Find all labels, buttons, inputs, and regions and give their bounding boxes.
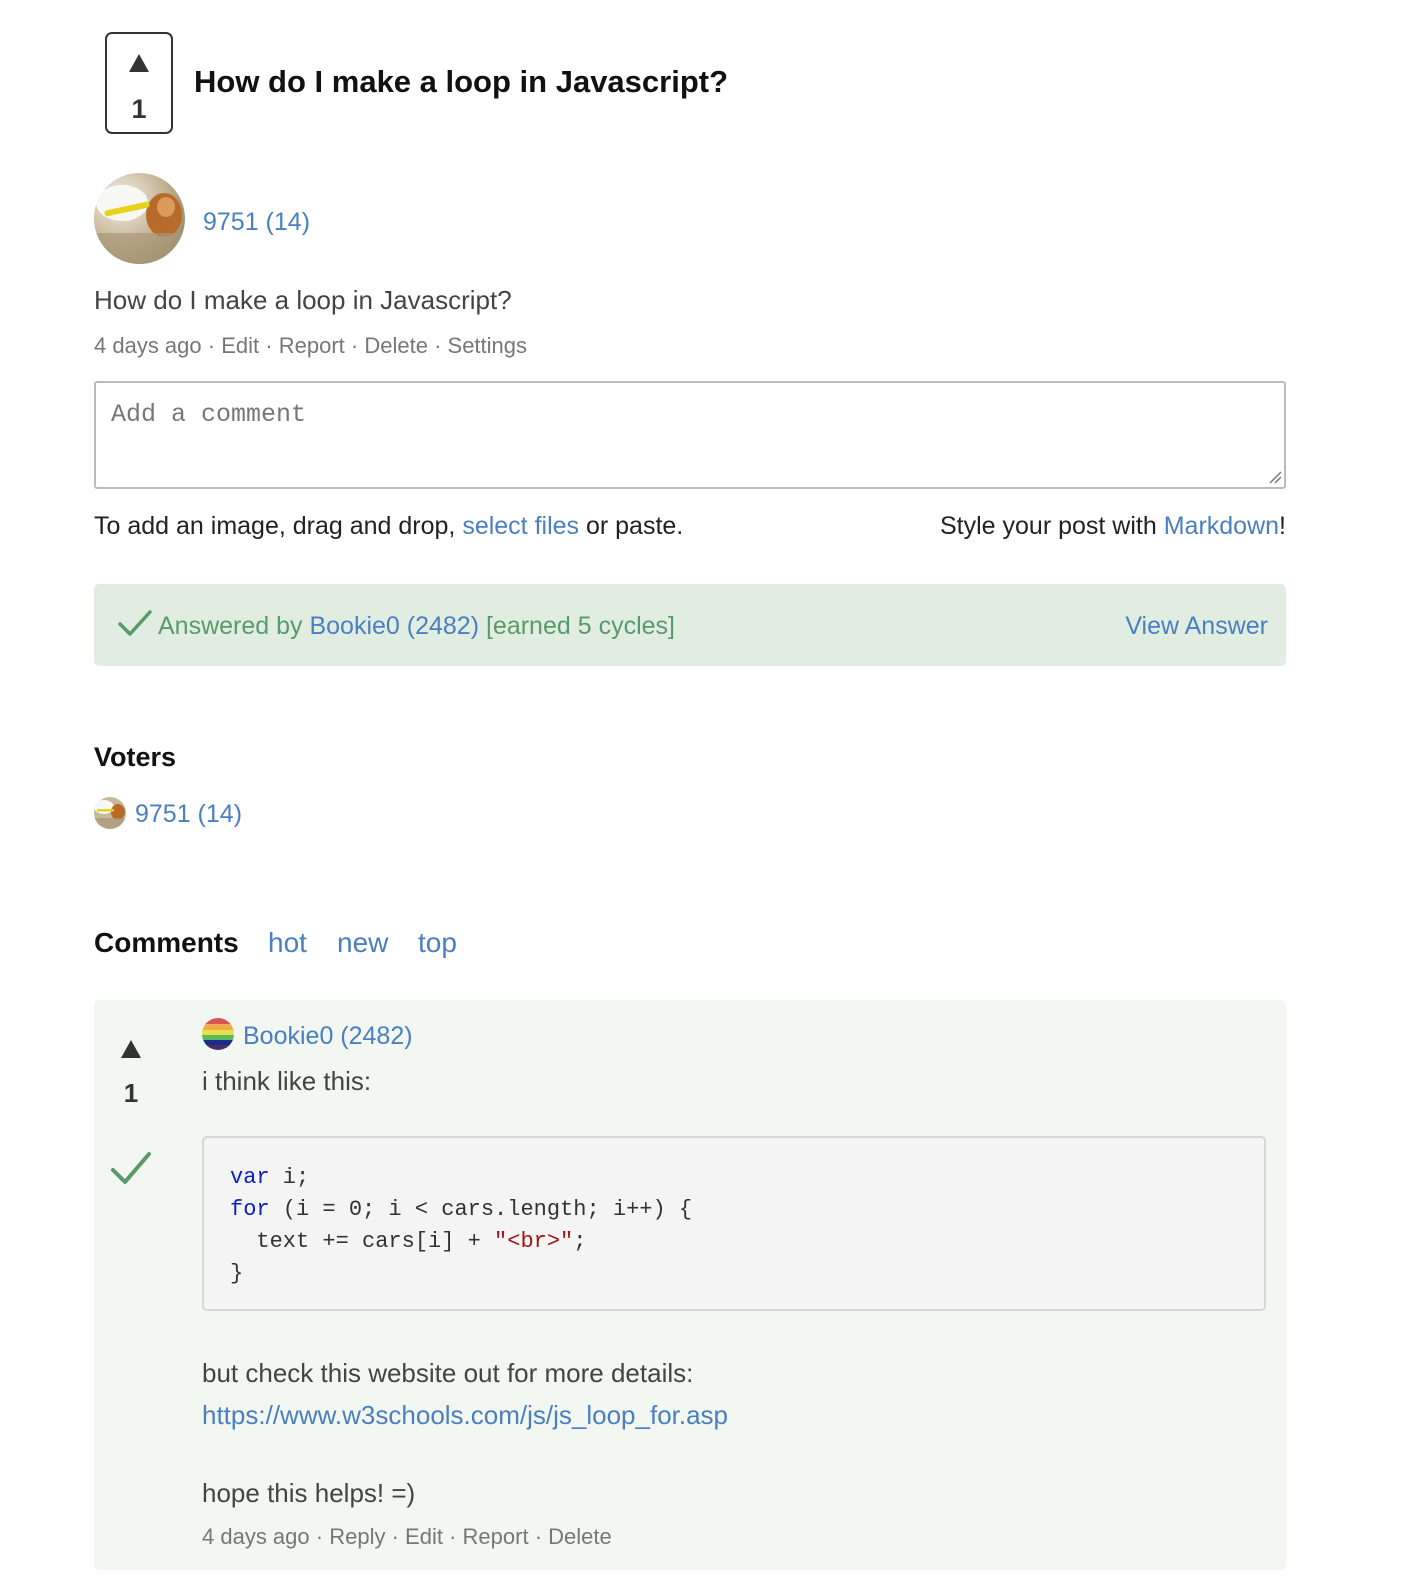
meta-separator: · [391, 1524, 399, 1549]
comment-meta: 4 days ago · Reply · Edit · Report · Del… [202, 1524, 612, 1550]
post-timestamp: 4 days ago [94, 333, 202, 358]
post-upvote-button[interactable]: 1 [105, 32, 173, 134]
comment-upvote-icon[interactable] [121, 1040, 141, 1058]
edit-comment-link[interactable]: Edit [405, 1524, 443, 1549]
code-text: (i = 0; i < cars.length; i++) { [269, 1197, 693, 1222]
code-string: "<br>" [494, 1229, 574, 1254]
select-files-link[interactable]: select files [462, 512, 579, 540]
sort-tab-top[interactable]: top [418, 927, 457, 959]
commenter-avatar[interactable] [202, 1018, 234, 1050]
image-hint-text-end: or paste. [579, 512, 684, 540]
code-block: var i; for (i = 0; i < cars.length; i++) … [202, 1136, 1266, 1311]
w3schools-link[interactable]: https://www.w3schools.com/js/js_loop_for… [202, 1400, 728, 1431]
reply-link[interactable]: Reply [329, 1524, 385, 1549]
comments-heading: Comments [94, 927, 239, 958]
author-link[interactable]: 9751 (14) [203, 208, 310, 237]
delete-comment-link[interactable]: Delete [548, 1524, 612, 1549]
author-avatar[interactable] [94, 173, 185, 264]
settings-post-link[interactable]: Settings [448, 333, 528, 358]
answered-prefix: Answered by [158, 612, 310, 640]
markdown-link[interactable]: Markdown [1164, 512, 1279, 540]
accepted-checkmark-icon [111, 1152, 151, 1184]
markdown-hint-end: ! [1279, 512, 1286, 540]
post-vote-count: 1 [131, 94, 147, 124]
answered-banner: Answered by Bookie0 (2482) [earned 5 cyc… [94, 584, 1286, 666]
sort-tab-new[interactable]: new [337, 927, 388, 959]
view-answer-link[interactable]: View Answer [1125, 612, 1268, 641]
comment-item: 1 Bookie0 (2482) i think like this: var … [94, 1000, 1286, 1570]
sort-tab-hot[interactable]: hot [268, 927, 307, 959]
edit-post-link[interactable]: Edit [221, 333, 259, 358]
image-hint-text: To add an image, drag and drop, [94, 512, 463, 540]
earned-cycles-text: [earned 5 cycles] [479, 612, 675, 640]
voter-link[interactable]: 9751 (14) [135, 800, 242, 829]
meta-separator: · [315, 1524, 324, 1549]
comment-timestamp: 4 days ago [202, 1524, 310, 1549]
meta-separator: · [350, 333, 359, 358]
image-upload-hint: To add an image, drag and drop, select f… [94, 512, 683, 541]
commenter-link[interactable]: Bookie0 (2482) [243, 1022, 413, 1051]
comment-intro: i think like this: [202, 1066, 372, 1096]
voter-avatar[interactable] [94, 797, 126, 829]
report-post-link[interactable]: Report [279, 333, 345, 358]
code-text: i; [269, 1165, 310, 1190]
meta-separator: · [207, 333, 216, 358]
answerer-link[interactable]: Bookie0 (2482) [309, 612, 479, 640]
post-title: How do I make a loop in Javascript? [194, 64, 729, 99]
code-text: } [230, 1261, 244, 1286]
delete-post-link[interactable]: Delete [364, 333, 428, 358]
answered-text: Answered by Bookie0 (2482) [earned 5 cyc… [158, 612, 675, 641]
meta-separator: · [265, 333, 273, 358]
code-keyword: for [230, 1197, 270, 1222]
post-body: How do I make a loop in Javascript? [94, 285, 512, 315]
report-comment-link[interactable]: Report [463, 1524, 529, 1549]
code-text: text += cars[i] + [230, 1229, 495, 1254]
post-meta: 4 days ago · Edit · Report · Delete · Se… [94, 333, 527, 359]
markdown-hint-text: Style your post with [940, 512, 1164, 540]
code-keyword: var [230, 1165, 270, 1190]
comment-text-closing: hope this helps! =) [202, 1478, 416, 1508]
comment-input[interactable] [94, 381, 1286, 489]
comment-vote-count: 1 [123, 1078, 139, 1108]
resize-handle-icon[interactable] [1268, 470, 1282, 484]
comment-text: but check this website out for more deta… [202, 1358, 694, 1388]
checkmark-icon [118, 610, 152, 636]
meta-separator: · [534, 1524, 543, 1549]
upvote-triangle-icon [129, 54, 149, 72]
voters-heading: Voters [94, 742, 177, 772]
meta-separator: · [449, 1524, 457, 1549]
code-text: ; [573, 1229, 587, 1254]
meta-separator: · [434, 333, 442, 358]
markdown-hint: Style your post with Markdown! [940, 512, 1286, 541]
